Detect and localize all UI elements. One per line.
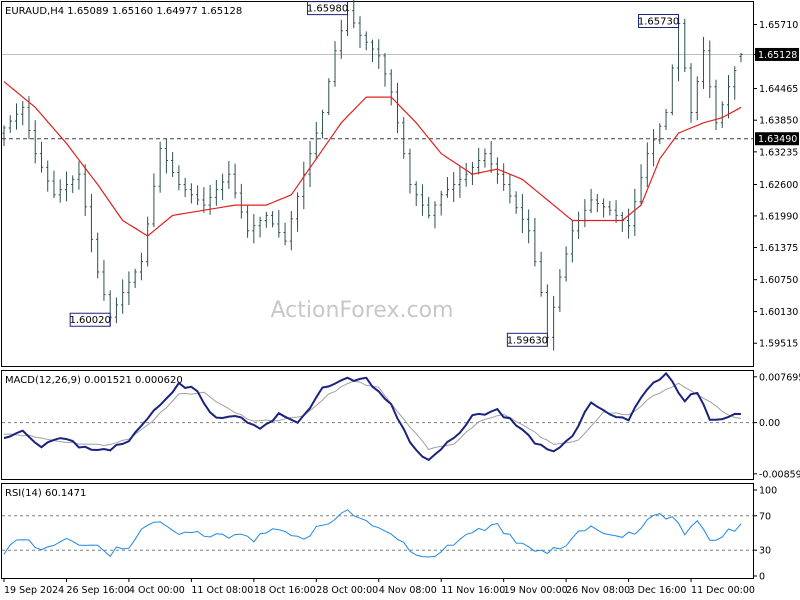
price-annotation: 1.60020 — [69, 312, 111, 327]
time-tick-label: 11 Nov 16:00 — [441, 585, 505, 596]
macd-tick-label: 0.007695 — [759, 372, 800, 383]
price-marker: 1.65128 — [755, 47, 799, 61]
time-tick-label: 28 Oct 00:00 — [316, 585, 378, 596]
price-tick-label: 1.61990 — [759, 211, 798, 222]
rsi-header: RSI(14) 60.1471 — [5, 488, 86, 499]
time-tick-label: 26 Sep 16:00 — [66, 585, 129, 596]
price-tick-label: 1.63850 — [759, 116, 798, 127]
time-tick-label: 18 Oct 16:00 — [254, 585, 316, 596]
rsi-tick-label: 0 — [759, 572, 765, 583]
time-tick-label: 11 Oct 08:00 — [191, 585, 253, 596]
price-tick-label: 1.62600 — [759, 180, 798, 191]
annotation-label: 1.65730 — [638, 16, 679, 27]
price-marker-label: 1.65128 — [758, 50, 797, 61]
price-tick-label: 1.59515 — [759, 339, 798, 350]
macd-tick-label: 0.00 — [759, 418, 780, 429]
time-tick-label: 19 Nov 00:00 — [504, 585, 568, 596]
time-tick-label: 19 Sep 2024 — [4, 585, 64, 596]
chart-root: ActionForex.com EURAUD,H4 1.65089 1.6516… — [0, 0, 800, 600]
price-annotation: 1.59630 — [507, 332, 548, 347]
price-tick-label: 1.61375 — [759, 243, 798, 254]
price-annotation: 1.65730 — [638, 13, 679, 28]
price-header: EURAUD,H4 1.65089 1.65160 1.64977 1.6512… — [5, 6, 242, 17]
macd-tick-label: -0.008599 — [759, 469, 800, 480]
time-tick-label: 4 Oct 00:00 — [129, 585, 185, 596]
annotation-label: 1.59630 — [507, 335, 548, 346]
macd-header: MACD(12,26,9) 0.001521 0.000620 — [5, 375, 183, 386]
rsi-tick-label: 70 — [759, 511, 771, 522]
price-tick-label: 1.63235 — [759, 147, 798, 158]
annotation-label: 1.60020 — [69, 315, 110, 326]
price-marker-label: 1.63490 — [758, 134, 797, 145]
annotation-label: 1.65980 — [307, 4, 348, 15]
price-marker: 1.63490 — [755, 132, 799, 146]
price-tick-label: 1.65710 — [759, 20, 798, 31]
rsi-tick-label: 100 — [759, 486, 777, 497]
watermark: ActionForex.com — [271, 298, 454, 323]
time-tick-label: 26 Nov 08:00 — [566, 585, 630, 596]
price-annotation: 1.65980 — [307, 1, 348, 16]
price-tick-label: 1.64465 — [759, 84, 798, 95]
price-tick-label: 1.60750 — [759, 275, 798, 286]
time-tick-label: 4 Nov 08:00 — [379, 585, 437, 596]
rsi-tick-label: 30 — [759, 546, 771, 557]
time-tick-label: 11 Dec 00:00 — [691, 585, 755, 596]
price-tick-label: 1.60130 — [759, 307, 798, 318]
time-tick-label: 3 Dec 16:00 — [629, 585, 687, 596]
